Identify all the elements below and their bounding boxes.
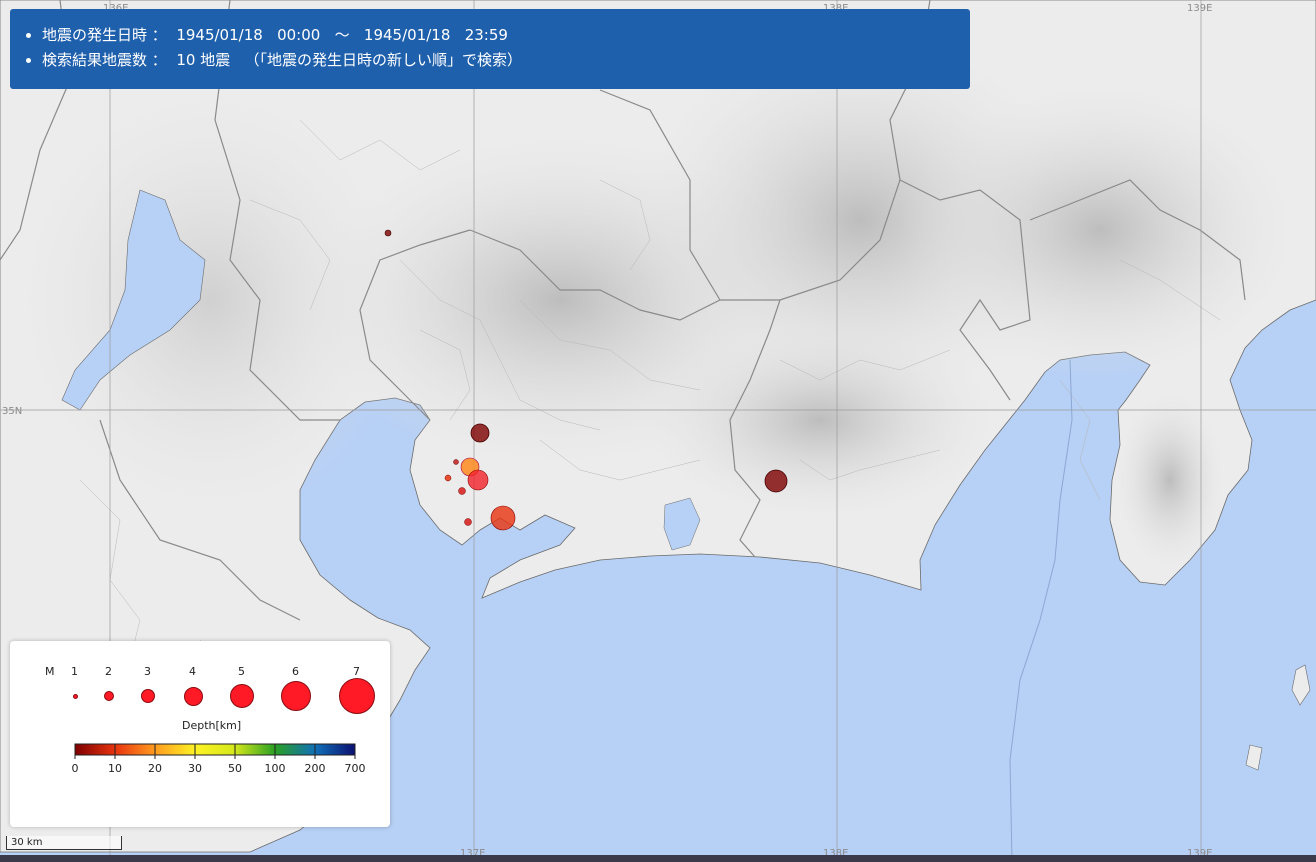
depth-gradient-bar bbox=[74, 743, 356, 756]
legend-panel: M 1 2 3 4 5 6 7 Depth[km] 0 10 20 30 50 100 200 700 bbox=[10, 641, 390, 827]
depth-title: Depth[km] bbox=[182, 719, 242, 732]
magnitude-label: 2 bbox=[105, 665, 112, 678]
magnitude-circle bbox=[281, 681, 311, 711]
magnitude-label: 4 bbox=[189, 665, 196, 678]
epicenter-marker[interactable] bbox=[444, 474, 452, 482]
magnitude-label: 6 bbox=[292, 665, 299, 678]
epicenter-marker[interactable] bbox=[490, 505, 516, 531]
magnitude-circle bbox=[183, 686, 203, 706]
magnitude-label: 7 bbox=[353, 665, 360, 678]
magnitude-circle bbox=[141, 689, 155, 703]
magnitude-label: 5 bbox=[238, 665, 245, 678]
epicenter-marker[interactable] bbox=[384, 229, 392, 237]
magnitude-circle bbox=[104, 691, 114, 701]
epicenter-marker[interactable] bbox=[764, 469, 788, 493]
result-count-label: 検索結果地震数 bbox=[42, 51, 148, 69]
magnitude-label: 3 bbox=[144, 665, 151, 678]
magnitude-circle bbox=[339, 678, 375, 714]
depth-tick-label: 20 bbox=[148, 762, 162, 775]
date-range-value: ： 1945/01/18 00:00 ～ 1945/01/18 23:59 bbox=[151, 26, 508, 44]
epicenter-marker[interactable] bbox=[453, 459, 459, 465]
scale-bar: 30 km bbox=[6, 836, 122, 850]
depth-tick-label: 100 bbox=[265, 762, 286, 775]
bottom-strip bbox=[0, 855, 1316, 862]
depth-tick-label: 0 bbox=[72, 762, 79, 775]
lat-label: 35N bbox=[2, 406, 22, 417]
search-summary-panel: 地震の発生日時 ： 1945/01/18 00:00 ～ 1945/01/18 … bbox=[10, 9, 970, 89]
magnitude-circle bbox=[72, 693, 78, 699]
depth-tick-label: 30 bbox=[188, 762, 202, 775]
terrain-shade bbox=[1115, 390, 1225, 570]
terrain-shade bbox=[10, 80, 410, 520]
terrain-shade bbox=[900, 80, 1300, 380]
depth-color-scale: 0 10 20 30 50 100 200 700 bbox=[72, 743, 366, 775]
result-count-value: ： 10 地震 （「地震の発生日時の新しい順」で検索） bbox=[151, 51, 522, 69]
date-range-label: 地震の発生日時 bbox=[42, 26, 148, 44]
epicenter-marker[interactable] bbox=[464, 518, 472, 526]
depth-tick-label: 50 bbox=[228, 762, 242, 775]
epicenter-marker[interactable] bbox=[470, 423, 490, 443]
magnitude-header: M bbox=[45, 665, 55, 678]
depth-tick-label: 700 bbox=[345, 762, 366, 775]
date-range-row: 地震の発生日時 ： 1945/01/18 00:00 ～ 1945/01/18 … bbox=[42, 23, 970, 48]
depth-tick-label: 10 bbox=[108, 762, 122, 775]
terrain-shade bbox=[640, 320, 1000, 520]
epicenter-marker[interactable] bbox=[458, 487, 466, 495]
magnitude-circle bbox=[230, 684, 254, 708]
magnitude-label: 1 bbox=[71, 665, 78, 678]
lon-label-top: 139E bbox=[1187, 3, 1212, 14]
result-count-row: 検索結果地震数 ： 10 地震 （「地震の発生日時の新しい順」で検索） bbox=[42, 48, 970, 73]
depth-tick-label: 200 bbox=[305, 762, 326, 775]
epicenter-marker[interactable] bbox=[467, 469, 489, 491]
